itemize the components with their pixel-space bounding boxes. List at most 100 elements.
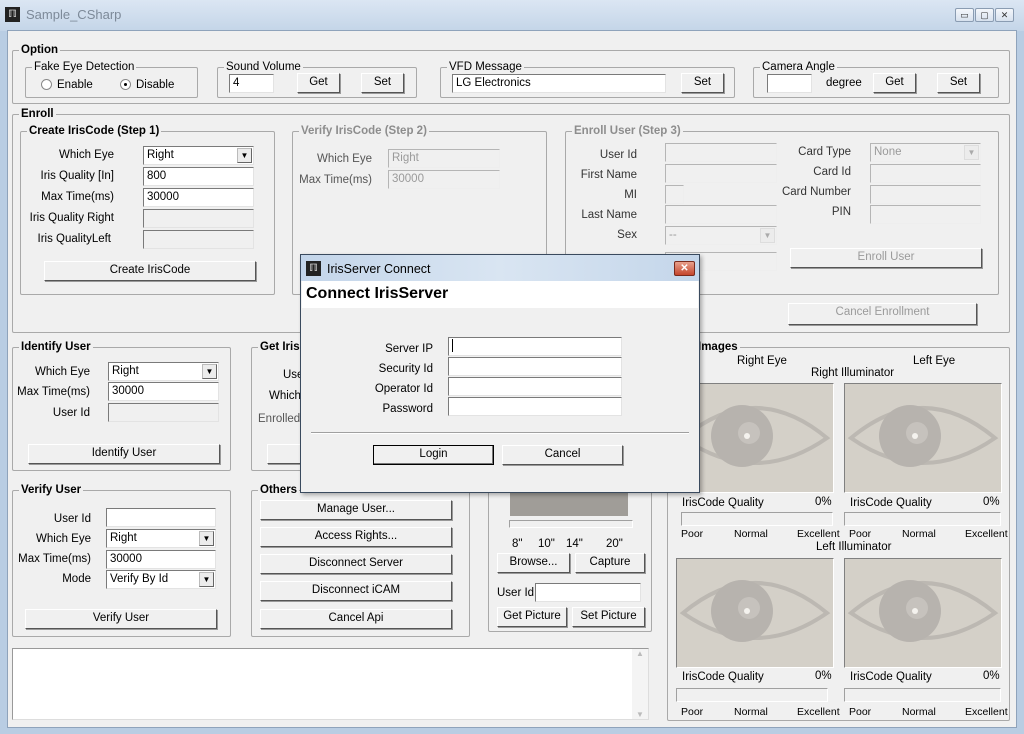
- server-ip-input[interactable]: [448, 337, 622, 356]
- manage-user-button[interactable]: Manage User...: [260, 500, 452, 520]
- irisserver-connect-dialog: ℿ IrisServer Connect ✕ Connect IrisServe…: [300, 254, 700, 493]
- card-type-label: Card Type: [798, 146, 851, 158]
- scale-poor-label: Poor: [849, 706, 872, 718]
- eye-icon: [679, 405, 831, 467]
- iriscode-quality-bar: [676, 688, 828, 702]
- scale-excellent-label: Excellent: [797, 706, 840, 718]
- create-iriscode-button[interactable]: Create IrisCode: [44, 261, 256, 281]
- disconnect-server-button[interactable]: Disconnect Server: [260, 554, 452, 574]
- picture-user-id-input[interactable]: [535, 583, 641, 602]
- iris-quality-right-label: Iris Quality Right: [29, 212, 114, 224]
- chevron-down-icon[interactable]: ▼: [199, 531, 214, 546]
- camera-angle-input[interactable]: [767, 74, 812, 93]
- login-button[interactable]: Login: [373, 445, 494, 465]
- left-eye-label: Left Eye: [913, 355, 956, 367]
- cancel-api-button[interactable]: Cancel Api: [260, 609, 452, 629]
- step1-max-time-input[interactable]: 30000: [143, 188, 254, 207]
- iris-quality-right-field: [143, 209, 254, 228]
- card-type-select: None ▼: [870, 143, 981, 162]
- option-title: Option: [19, 43, 61, 57]
- password-input[interactable]: [448, 397, 622, 416]
- distance-14-label: 14": [566, 538, 583, 550]
- scroll-down-icon[interactable]: ▼: [632, 710, 648, 719]
- identify-user-button[interactable]: Identify User: [28, 444, 220, 464]
- disconnect-icam-button[interactable]: Disconnect iCAM: [260, 581, 452, 601]
- select-value: --: [669, 229, 677, 241]
- log-scrollbar[interactable]: ▲ ▼: [632, 649, 648, 719]
- get-picture-button[interactable]: Get Picture: [497, 607, 567, 627]
- operator-id-input[interactable]: [448, 377, 622, 396]
- enroll-user-button[interactable]: Enroll User: [790, 248, 982, 268]
- sex-select: -- ▼: [665, 226, 777, 245]
- iris-quality-in-input[interactable]: 800: [143, 167, 254, 186]
- access-rights-button[interactable]: Access Rights...: [260, 527, 452, 547]
- chevron-down-icon[interactable]: ▼: [199, 572, 214, 587]
- distance-10-label: 10": [538, 538, 555, 550]
- camera-set-button[interactable]: Set: [937, 73, 980, 93]
- sound-set-button[interactable]: Set: [361, 73, 404, 93]
- scroll-up-icon[interactable]: ▲: [632, 649, 648, 658]
- log-textbox[interactable]: ▲ ▼: [12, 648, 649, 720]
- minimize-button[interactable]: ▭: [955, 8, 974, 22]
- step2-which-eye-field: Right: [388, 149, 500, 168]
- browse-button[interactable]: Browse...: [497, 553, 570, 573]
- set-picture-button[interactable]: Set Picture: [572, 607, 645, 627]
- get-iris-enrolled-label: Enrolled: [258, 413, 301, 425]
- verify-max-time-input[interactable]: 30000: [106, 550, 216, 569]
- eye-icon: [679, 580, 831, 642]
- disable-radio[interactable]: [120, 79, 131, 90]
- card-number-field: [870, 185, 981, 204]
- scale-normal-label: Normal: [902, 706, 936, 718]
- security-id-input[interactable]: [448, 357, 622, 376]
- chevron-down-icon[interactable]: ▼: [202, 364, 217, 379]
- left-eye-right-illum-image: [844, 383, 1002, 493]
- step2-max-time-label: Max Time(ms): [299, 174, 372, 186]
- disable-label[interactable]: Disable: [136, 78, 174, 92]
- sex-label: Sex: [617, 229, 637, 241]
- step2-max-time-field: 30000: [388, 170, 500, 189]
- sound-get-button[interactable]: Get: [297, 73, 340, 93]
- camera-get-button[interactable]: Get: [873, 73, 916, 93]
- vfd-message-input[interactable]: LG Electronics: [452, 74, 666, 93]
- iriscode-quality-label: IrisCode Quality: [682, 497, 764, 509]
- chevron-down-icon: ▼: [760, 228, 775, 243]
- identify-user-id-label: User Id: [52, 407, 90, 419]
- identify-max-time-input[interactable]: 30000: [108, 382, 219, 401]
- enable-label[interactable]: Enable: [57, 78, 93, 92]
- maximize-button[interactable]: ▢: [975, 8, 994, 22]
- fake-eye-title: Fake Eye Detection: [32, 60, 137, 74]
- iris-quality-left-label: Iris QualityLeft: [37, 233, 112, 245]
- verify-user-id-input[interactable]: [106, 508, 216, 527]
- capture-button[interactable]: Capture: [575, 553, 645, 573]
- select-value: None: [874, 146, 902, 158]
- iriscode-quality-value: 0%: [983, 496, 1000, 508]
- cancel-enrollment-button[interactable]: Cancel Enrollment: [788, 303, 977, 325]
- vfd-set-button[interactable]: Set: [681, 73, 724, 93]
- max-time-label: Max Time(ms): [41, 191, 114, 203]
- enable-radio[interactable]: [41, 79, 52, 90]
- verify-which-eye-select[interactable]: Right ▼: [106, 529, 216, 548]
- dialog-heading: Connect IrisServer: [306, 285, 449, 302]
- step1-which-eye-select[interactable]: Right ▼: [143, 146, 254, 165]
- dialog-cancel-button[interactable]: Cancel: [502, 445, 623, 465]
- dialog-title: IrisServer Connect: [327, 262, 431, 276]
- verify-mode-select[interactable]: Verify By Id ▼: [106, 570, 216, 589]
- chevron-down-icon[interactable]: ▼: [237, 148, 252, 163]
- dialog-close-icon[interactable]: ✕: [674, 261, 695, 276]
- right-illuminator-label: Right Illuminator: [811, 367, 895, 379]
- identify-user-id-field: [108, 403, 219, 422]
- eye-icon: [847, 405, 999, 467]
- verify-user-button[interactable]: Verify User: [25, 609, 217, 629]
- distance-slider[interactable]: [509, 520, 633, 528]
- sound-volume-input[interactable]: 4: [229, 74, 274, 93]
- close-button[interactable]: ✕: [995, 8, 1014, 22]
- distance-20-label: 20": [606, 538, 623, 550]
- iriscode-quality-bar: [844, 512, 1001, 526]
- identify-which-eye-select[interactable]: Right ▼: [108, 362, 219, 381]
- select-value: Right: [110, 532, 137, 544]
- camera-angle-title: Camera Angle: [760, 60, 837, 74]
- left-illuminator-label: Left Illuminator: [816, 541, 892, 553]
- iriscode-quality-label: IrisCode Quality: [682, 671, 764, 683]
- get-iriscode-title: Get Iris: [258, 340, 302, 354]
- which-eye-label: Which Eye: [59, 149, 114, 161]
